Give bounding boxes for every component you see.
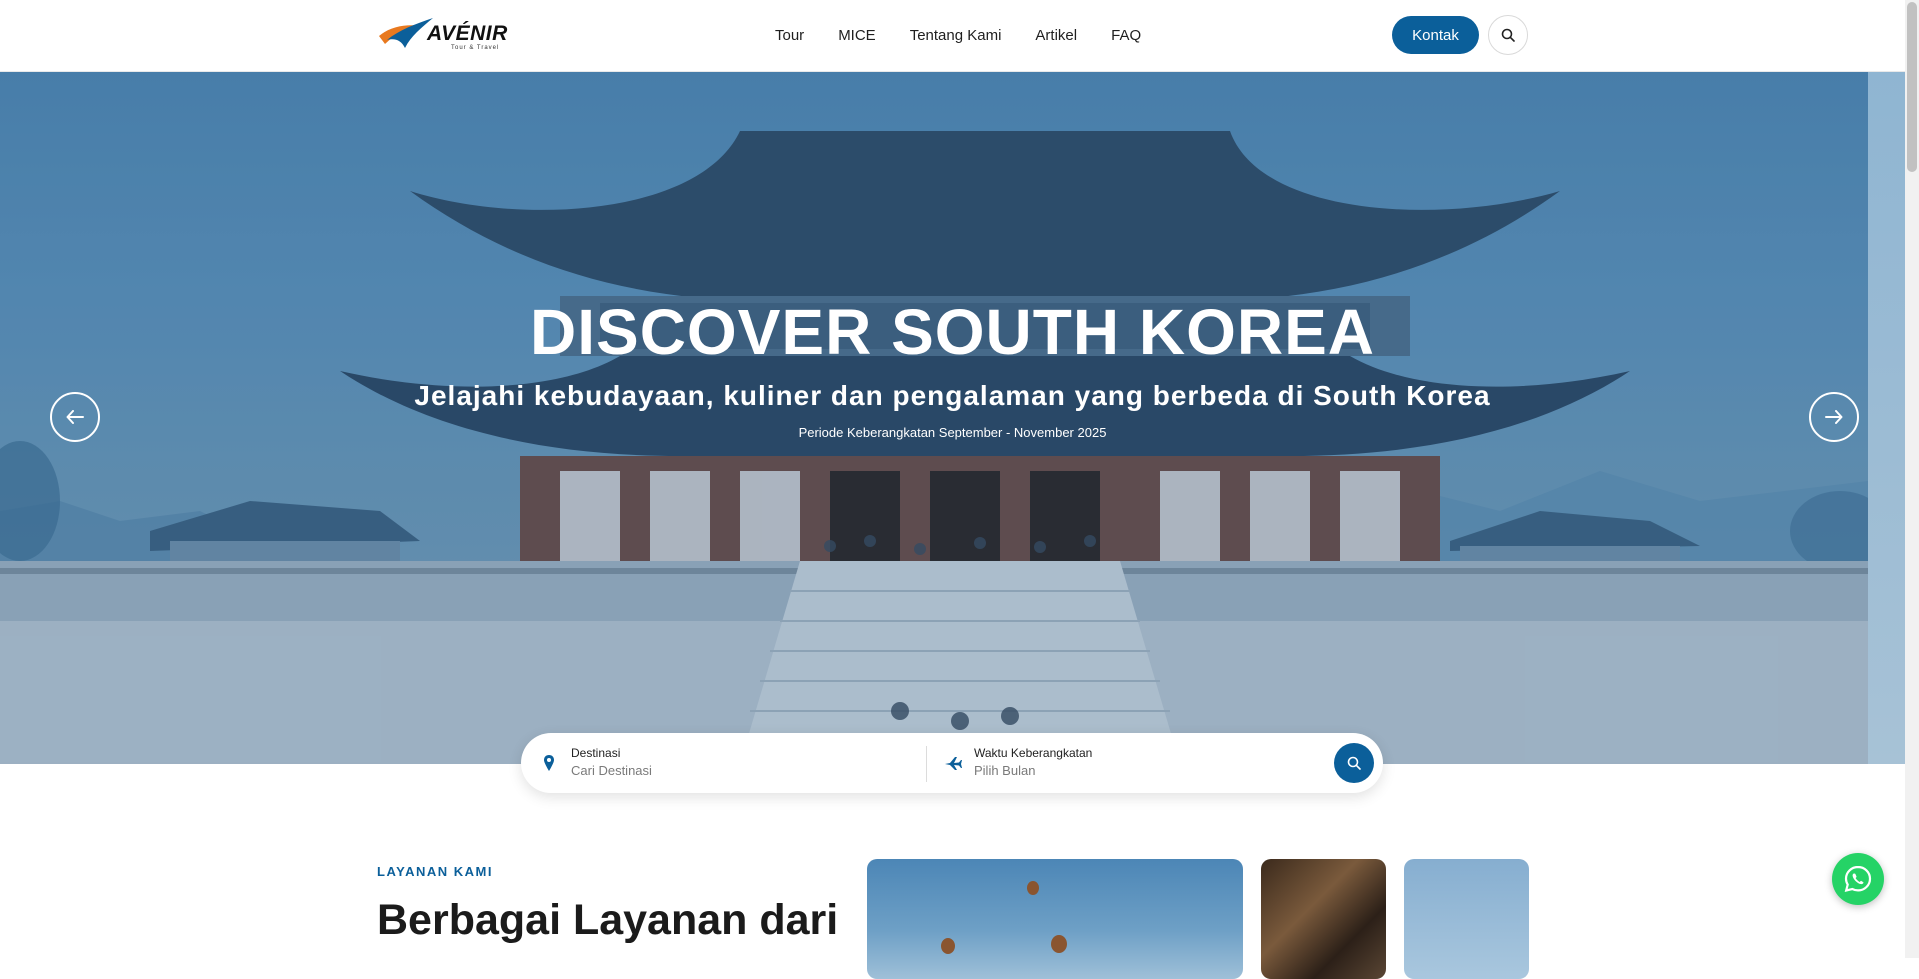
services-eyebrow: LAYANAN KAMI bbox=[377, 864, 493, 879]
service-card-image[interactable] bbox=[867, 859, 1243, 979]
arrow-right-icon bbox=[1825, 410, 1843, 424]
site-header: AVÉNIR Tour & Travel Tour MICE Tentang K… bbox=[0, 0, 1905, 72]
whatsapp-button[interactable] bbox=[1832, 853, 1884, 905]
hero-overlay bbox=[0, 71, 1868, 764]
brand-name: AVÉNIR bbox=[427, 22, 508, 45]
header-search-button[interactable] bbox=[1488, 15, 1528, 55]
field-divider bbox=[926, 746, 927, 782]
main-nav: Tour MICE Tentang Kami Artikel FAQ bbox=[775, 0, 1141, 71]
brand-tagline: Tour & Travel bbox=[451, 45, 500, 51]
destination-input[interactable] bbox=[571, 763, 871, 778]
carousel-next-button[interactable] bbox=[1809, 392, 1859, 442]
map-pin-icon bbox=[544, 755, 554, 771]
service-card-image[interactable] bbox=[1261, 859, 1386, 979]
hero-subtitle: Jelajahi kebudayaan, kuliner dan pengala… bbox=[414, 380, 1491, 411]
destination-field[interactable]: Destinasi bbox=[543, 733, 923, 793]
departure-input[interactable] bbox=[974, 763, 1274, 778]
nav-item-mice[interactable]: MICE bbox=[838, 27, 876, 44]
plane-icon bbox=[945, 757, 962, 770]
kontak-button[interactable]: Kontak bbox=[1392, 16, 1479, 54]
nav-item-tour[interactable]: Tour bbox=[775, 27, 804, 44]
nav-item-faq[interactable]: FAQ bbox=[1111, 27, 1141, 44]
arrow-left-icon bbox=[66, 410, 84, 424]
services-title: Berbagai Layanan dari bbox=[377, 896, 839, 944]
destination-label: Destinasi bbox=[571, 746, 621, 760]
next-slide-peek bbox=[1868, 71, 1905, 764]
service-card-image[interactable] bbox=[1404, 859, 1529, 979]
departure-label: Waktu Keberangkatan bbox=[974, 746, 1093, 760]
scrollbar-thumb[interactable] bbox=[1907, 2, 1917, 172]
search-icon bbox=[1347, 756, 1361, 770]
balloons-image bbox=[941, 881, 1067, 954]
nav-item-tentang-kami[interactable]: Tentang Kami bbox=[910, 27, 1002, 44]
departure-field[interactable]: Waktu Keberangkatan bbox=[944, 733, 1324, 793]
hero-title: DISCOVER SOUTH KOREA bbox=[530, 296, 1375, 368]
search-submit-button[interactable] bbox=[1334, 743, 1374, 783]
hero-banner: DISCOVER SOUTH KOREA Jelajahi kebudayaan… bbox=[0, 71, 1868, 764]
nav-item-artikel[interactable]: Artikel bbox=[1035, 27, 1077, 44]
brand-logo[interactable]: AVÉNIR Tour & Travel bbox=[377, 14, 522, 54]
carousel-prev-button[interactable] bbox=[50, 392, 100, 442]
search-icon bbox=[1501, 28, 1515, 42]
hero-period: Periode Keberangkatan September - Novemb… bbox=[798, 425, 1107, 440]
whatsapp-icon bbox=[1844, 865, 1872, 893]
trip-search-bar: Destinasi Waktu Keberangkatan bbox=[521, 733, 1383, 793]
